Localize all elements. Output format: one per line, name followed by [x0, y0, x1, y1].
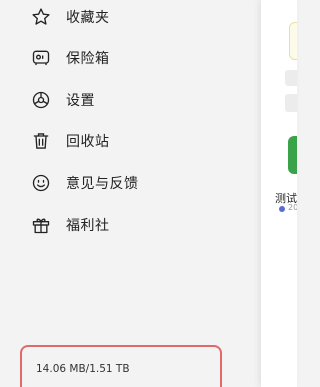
file-thumbnail: [289, 22, 297, 60]
menu-item-favorites[interactable]: 收藏夹: [30, 2, 250, 32]
menu-item-label: 保险箱: [66, 51, 110, 67]
placeholder-bar: [285, 70, 297, 86]
status-dot-icon: [279, 206, 285, 212]
menu-item-recycle-bin[interactable]: 回收站: [30, 126, 250, 156]
menu-item-label: 设置: [66, 93, 95, 109]
menu-item-welfare[interactable]: 福利社: [30, 210, 250, 240]
trash-icon: [30, 130, 52, 152]
menu-item-label: 福利社: [66, 218, 110, 234]
settings-icon: [30, 89, 52, 111]
placeholder-bar: [285, 94, 297, 112]
storage-usage-panel[interactable]: 14.06 MB/1.51 TB: [20, 345, 222, 387]
menu-item-feedback[interactable]: 意见与反馈: [30, 168, 250, 198]
menu-item-label: 回收站: [66, 134, 110, 150]
menu-item-label: 收藏夹: [66, 10, 110, 26]
file-thumbnail: [288, 136, 297, 174]
navigation-drawer: 收藏夹 保险箱 设置 回收站 意见与反馈 福利社 14.06 MB/1.51 T…: [0, 0, 261, 387]
menu-item-safe[interactable]: 保险箱: [30, 43, 250, 73]
main-content-peek: 测试 20: [261, 0, 297, 387]
menu-item-label: 意见与反馈: [66, 176, 139, 192]
safe-icon: [30, 47, 52, 69]
gift-icon: [30, 214, 52, 236]
file-meta: 20: [288, 203, 297, 212]
smiley-icon: [30, 172, 52, 194]
menu-item-settings[interactable]: 设置: [30, 85, 250, 115]
storage-usage-text: 14.06 MB/1.51 TB: [36, 363, 130, 375]
star-icon: [30, 6, 52, 28]
